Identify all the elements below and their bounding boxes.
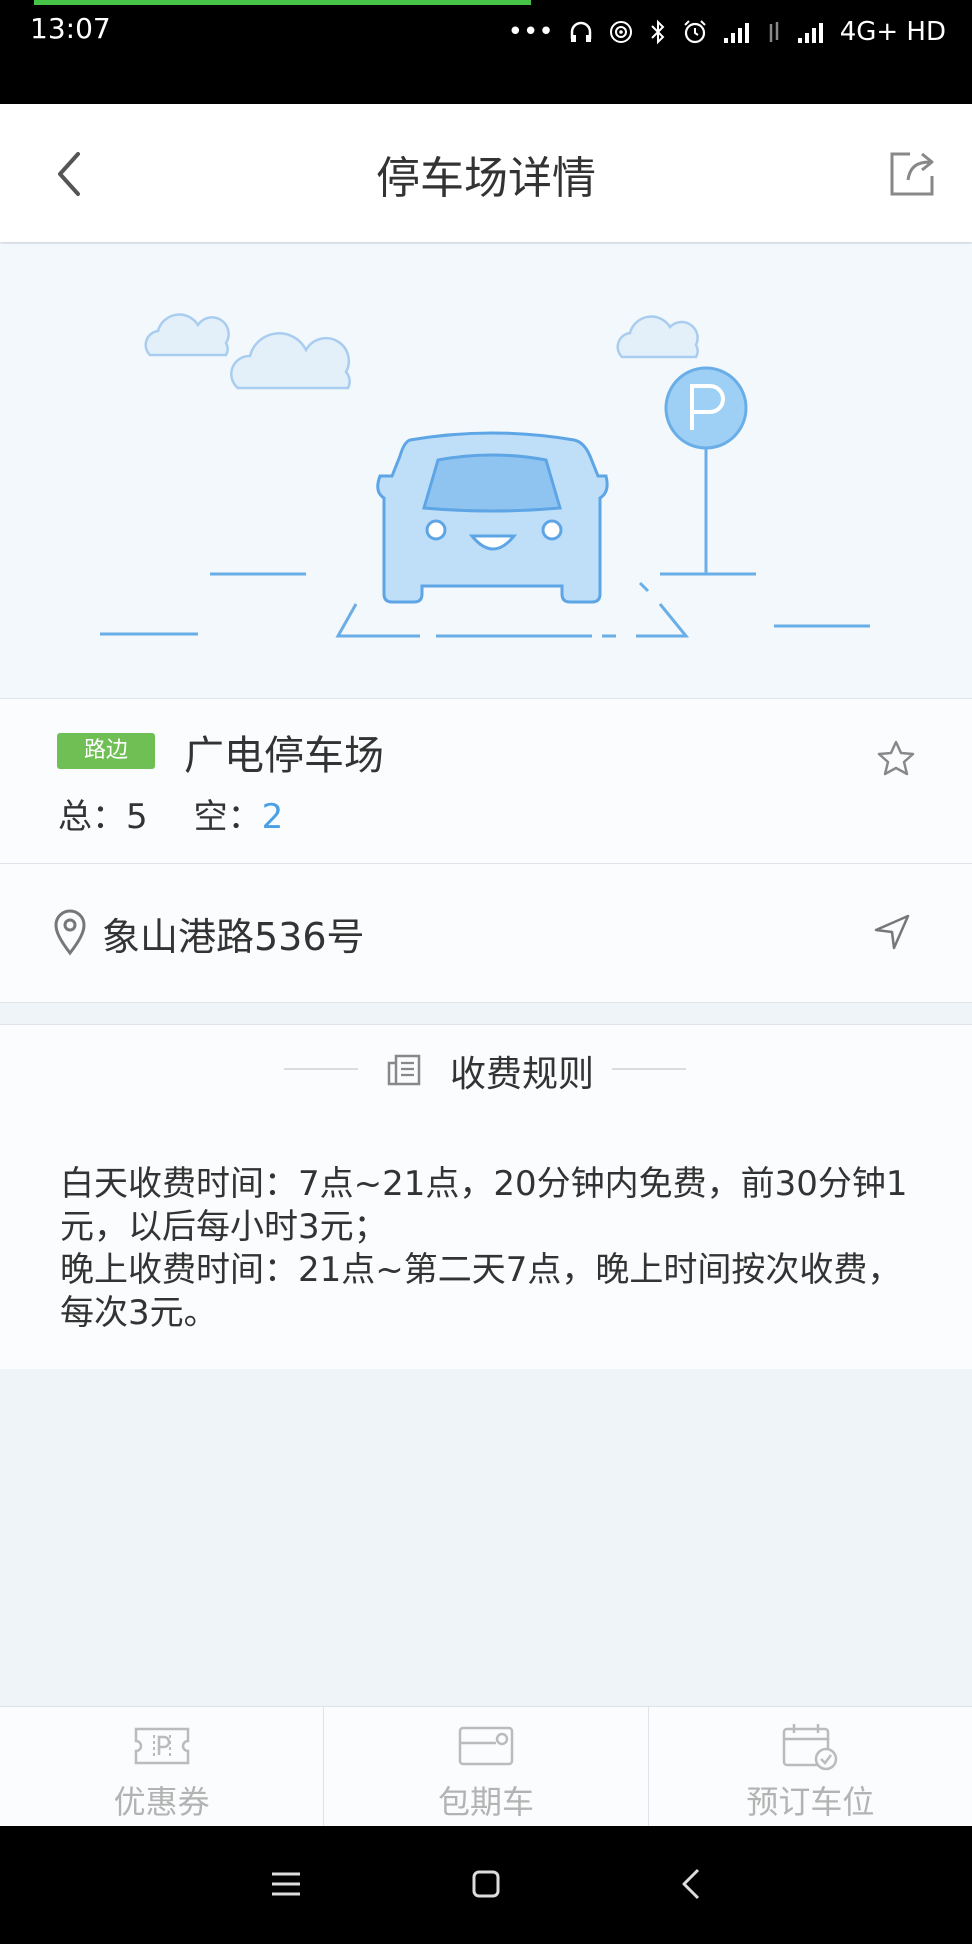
- favorite-star-icon[interactable]: [876, 739, 916, 779]
- document-icon: [387, 1054, 421, 1086]
- menu-icon[interactable]: [266, 1864, 306, 1904]
- cloud: [616, 315, 699, 359]
- system-nav-bar: [0, 1826, 972, 1944]
- cloud: [230, 332, 351, 390]
- app-header: 停车场详情: [0, 104, 972, 242]
- coupon-icon: [134, 1727, 189, 1765]
- parking-sign: [664, 366, 748, 574]
- divider-right: [612, 1068, 686, 1070]
- navigate-arrow-icon[interactable]: [872, 912, 912, 952]
- fee-rules-header: 收费规则: [0, 1024, 972, 1114]
- bluetooth-icon: [648, 19, 668, 45]
- address-text: 象山港路536号: [102, 915, 365, 959]
- parking-illustration: [0, 244, 972, 699]
- bottom-action-bar: 优惠券 包期车 预订车位: [0, 1706, 972, 1827]
- lot-info-card: 路边 广电停车场 总：5 空：2: [0, 699, 972, 864]
- status-icons: ••• 4G+ HD: [508, 14, 946, 50]
- status-bar: 13:07 ••• 4G+ HD: [0, 0, 972, 104]
- page-title: 停车场详情: [376, 153, 596, 204]
- total-label: 总：: [58, 797, 126, 837]
- share-icon[interactable]: [886, 148, 938, 200]
- tab-coupon[interactable]: 优惠券: [0, 1707, 325, 1827]
- divider-left: [284, 1068, 358, 1070]
- signal-1-icon: [722, 20, 752, 44]
- network-type: 4G+ HD: [839, 17, 946, 47]
- space-counts: 总：5 空：2: [58, 789, 283, 838]
- fee-rules-title: 收费规则: [450, 1054, 595, 1095]
- tab-period-car[interactable]: 包期车: [324, 1707, 649, 1827]
- address-row[interactable]: 象山港路536号: [0, 864, 972, 1003]
- tab-period-car-label: 包期车: [437, 1783, 534, 1821]
- cloud: [144, 313, 230, 357]
- car: [376, 431, 609, 604]
- total-value: 5: [126, 797, 148, 837]
- fee-rule-night: 晚上收费时间：21点~第二天7点，晚上时间按次收费，每次3元。: [60, 1250, 902, 1333]
- fee-rule-day: 白天收费时间：7点~21点，20分钟内免费，前30分钟1元，以后每小时3元；: [60, 1164, 908, 1247]
- loading-progress-bar: [34, 0, 531, 5]
- lot-name: 广电停车场: [184, 733, 384, 779]
- status-time: 13:07: [30, 12, 111, 45]
- free-value: 2: [261, 797, 284, 837]
- card-icon: [458, 1726, 514, 1766]
- more-icon: •••: [507, 17, 554, 47]
- calendar-check-icon: [783, 1724, 838, 1771]
- tab-reserve-spot[interactable]: 预订车位: [649, 1707, 972, 1827]
- lot-type-badge: 路边: [57, 733, 155, 769]
- tab-reserve-spot-label: 预订车位: [746, 1783, 875, 1821]
- tab-coupon-label: 优惠券: [113, 1783, 210, 1821]
- headphones-icon: [568, 19, 594, 45]
- home-icon[interactable]: [466, 1864, 506, 1904]
- fee-rules-body: 白天收费时间：7点~21点，20分钟内免费，前30分钟1元，以后每小时3元； 晚…: [0, 1113, 972, 1369]
- car-parking-illustration: [100, 313, 870, 638]
- location-pin-icon: [54, 909, 86, 956]
- free-label: 空：: [193, 797, 262, 837]
- signal-2-icon: [796, 20, 826, 44]
- data-transfer-icon: [766, 20, 782, 44]
- hotspot-icon: [608, 19, 634, 45]
- alarm-icon: [682, 19, 708, 45]
- system-back-icon[interactable]: [672, 1864, 712, 1904]
